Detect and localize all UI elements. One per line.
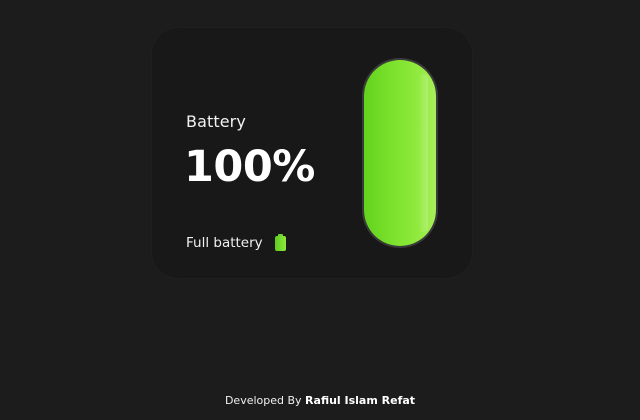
battery-percentage: 100% bbox=[184, 142, 315, 192]
battery-status: Full battery bbox=[186, 234, 286, 251]
battery-card: Battery 100% Full battery bbox=[152, 28, 472, 278]
battery-level-fill bbox=[364, 60, 436, 246]
battery-title: Battery bbox=[186, 112, 246, 131]
footer-prefix: Developed By bbox=[224, 394, 302, 407]
battery-full-icon bbox=[274, 234, 286, 251]
footer-credit: Developed By Rafiul Islam Refat bbox=[0, 394, 640, 407]
footer-author: Rafiul Islam Refat bbox=[305, 394, 416, 407]
battery-status-text: Full battery bbox=[186, 234, 263, 251]
battery-level-indicator bbox=[362, 58, 438, 248]
